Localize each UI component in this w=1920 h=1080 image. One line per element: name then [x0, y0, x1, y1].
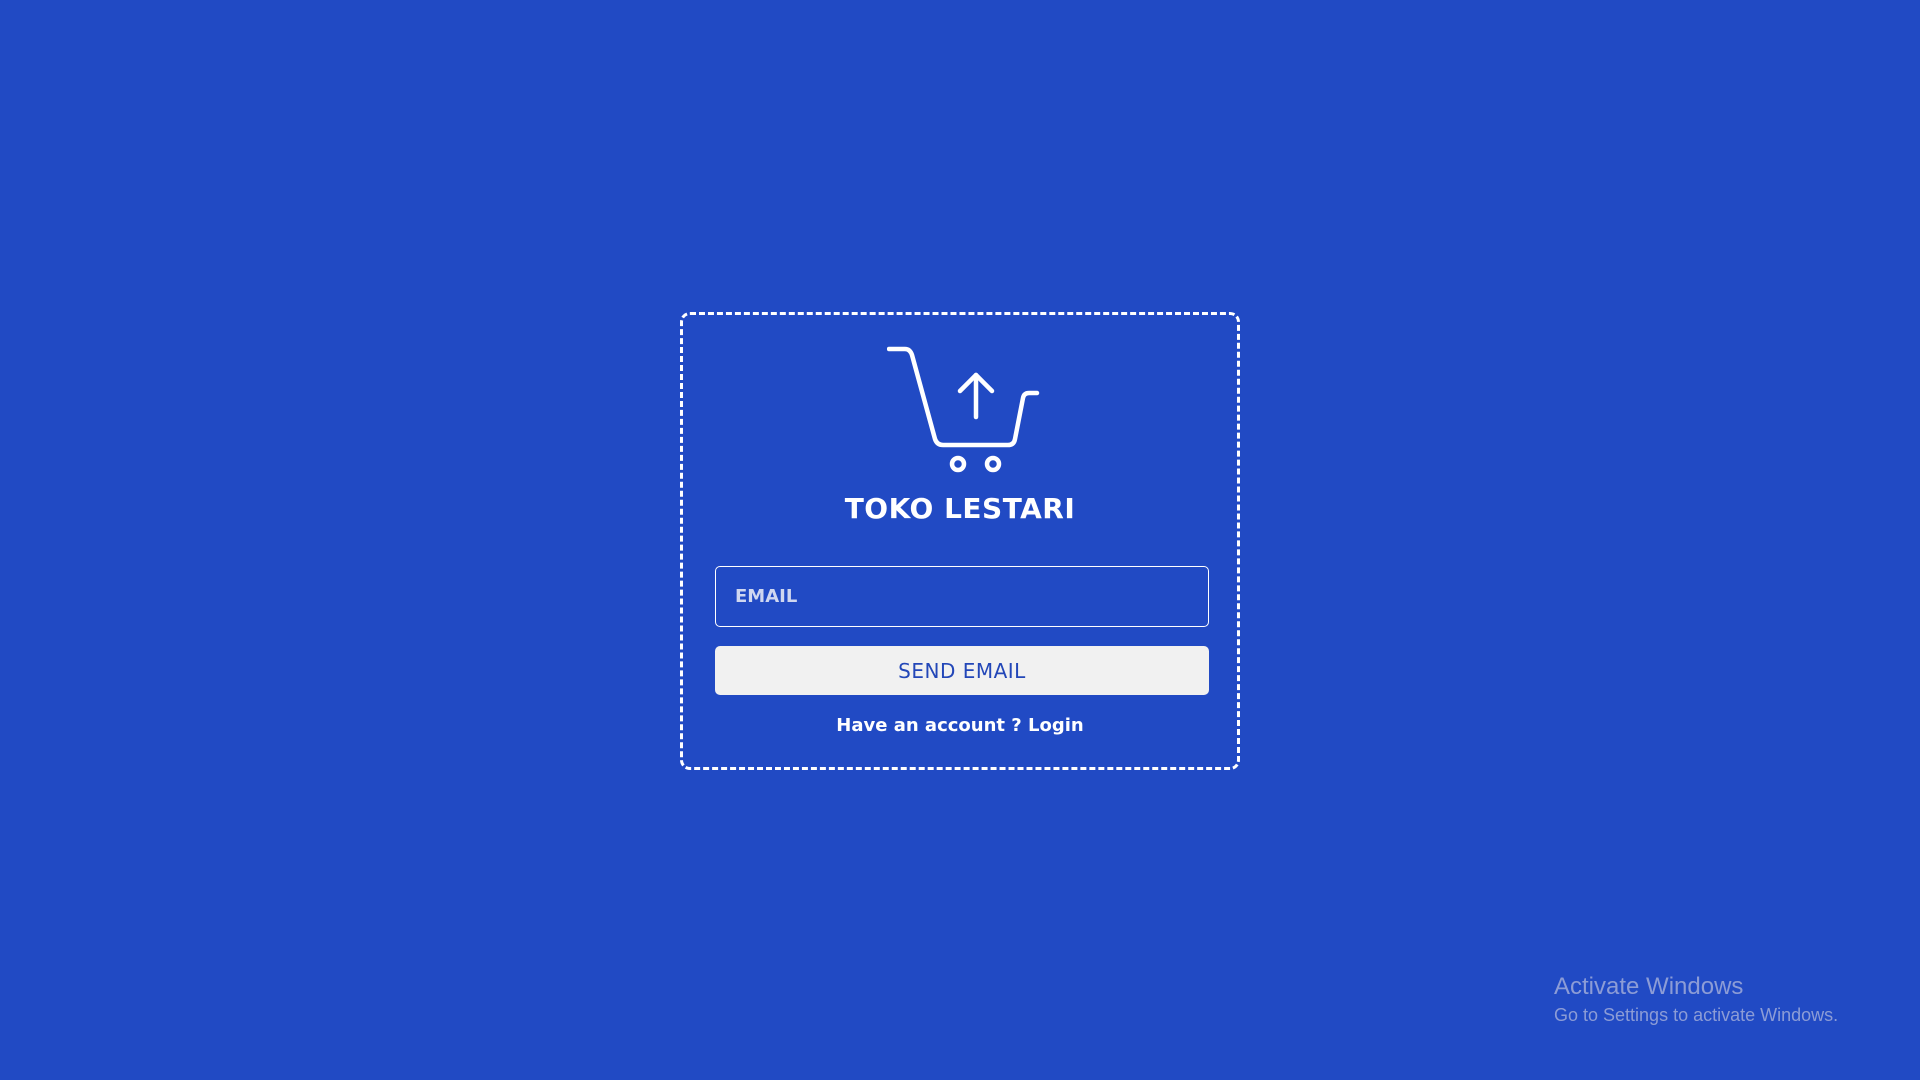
- shopping-cart-upload-icon: [887, 345, 1047, 477]
- send-email-button[interactable]: SEND EMAIL: [715, 646, 1209, 695]
- brand-name: TOKO LESTARI: [844, 492, 1076, 525]
- windows-activation-watermark: Activate Windows Go to Settings to activ…: [1554, 972, 1838, 1026]
- reset-password-card: TOKO LESTARI SEND EMAIL Have an account …: [680, 312, 1240, 770]
- login-prompt: Have an account ? Login: [683, 715, 1237, 736]
- account-prompt-text: Have an account ?: [836, 715, 1028, 736]
- watermark-title: Activate Windows: [1554, 973, 1744, 1000]
- page: TOKO LESTARI SEND EMAIL Have an account …: [0, 0, 1920, 1080]
- watermark-subtitle: Go to Settings to activate Windows.: [1554, 1005, 1839, 1025]
- email-input[interactable]: [715, 566, 1209, 627]
- login-link[interactable]: Login: [1028, 715, 1084, 736]
